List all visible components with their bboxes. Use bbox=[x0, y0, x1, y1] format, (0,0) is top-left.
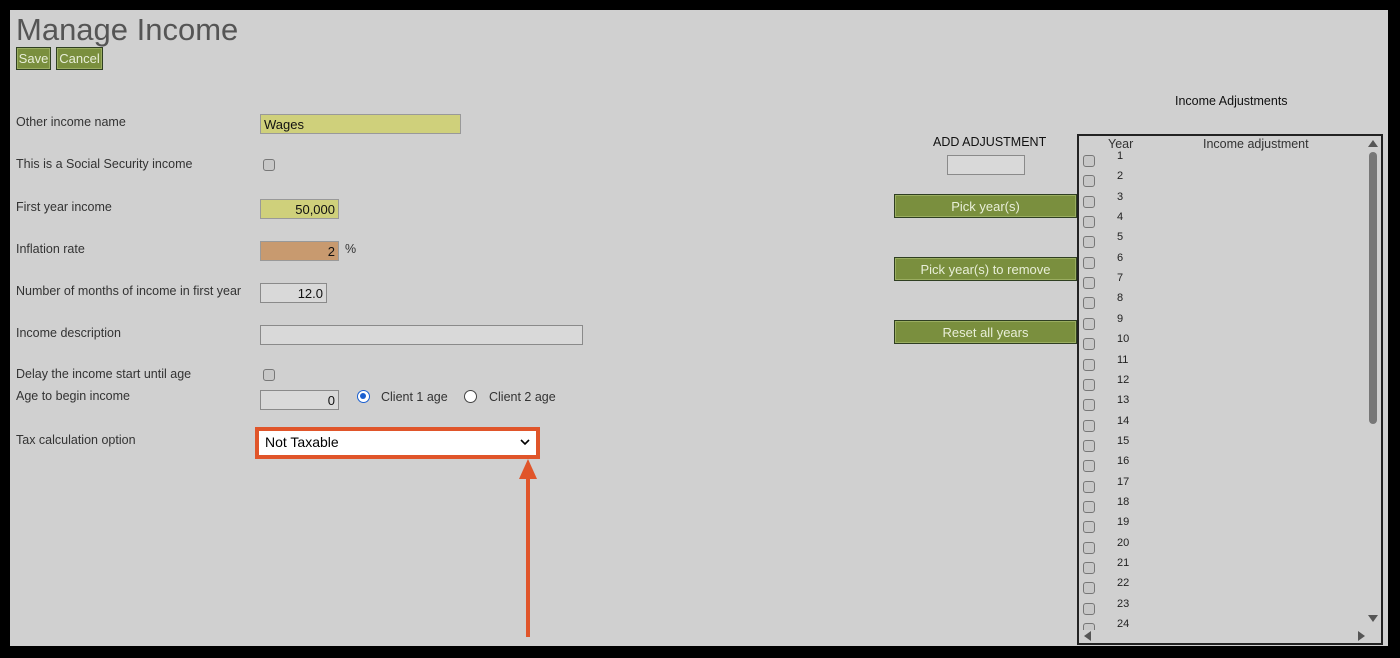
year-row-checkbox[interactable] bbox=[1083, 256, 1095, 269]
year-row-checkbox[interactable] bbox=[1083, 562, 1095, 574]
year-row-label: 18 bbox=[1117, 495, 1130, 508]
year-row-checkbox[interactable] bbox=[1083, 175, 1095, 188]
income-description-input[interactable] bbox=[260, 325, 583, 345]
client1-age-label: Client 1 age bbox=[381, 390, 448, 404]
delay-income-checkbox[interactable] bbox=[263, 369, 275, 381]
add-adjustment-input[interactable] bbox=[947, 155, 1025, 175]
year-row-label: 4 bbox=[1117, 211, 1124, 224]
manage-income-window: Manage Income Save Cancel Other income n… bbox=[10, 10, 1388, 646]
annotation-arrow-up-icon bbox=[519, 459, 537, 637]
vertical-scrollbar[interactable] bbox=[1365, 136, 1381, 630]
months-label: Number of months of income in first year bbox=[16, 284, 242, 298]
pick-years-button[interactable]: Pick year(s) bbox=[894, 194, 1077, 218]
year-row-checkbox[interactable] bbox=[1083, 602, 1095, 615]
year-row-label: 23 bbox=[1117, 597, 1130, 610]
horizontal-scrollbar[interactable] bbox=[1079, 628, 1381, 643]
year-row-checkbox[interactable] bbox=[1083, 460, 1095, 473]
year-row-checkbox[interactable] bbox=[1083, 297, 1095, 310]
year-row-label: 5 bbox=[1117, 231, 1124, 244]
year-row-checkbox[interactable] bbox=[1083, 541, 1095, 554]
scroll-right-icon[interactable] bbox=[1358, 631, 1366, 641]
year-row-label: 12 bbox=[1117, 373, 1130, 386]
year-row-checkbox[interactable] bbox=[1083, 480, 1095, 493]
chevron-down-icon bbox=[520, 439, 530, 446]
year-row-checkbox[interactable] bbox=[1083, 399, 1095, 412]
year-row-label: 2 bbox=[1117, 170, 1124, 183]
tax-option-value: Not Taxable bbox=[265, 434, 339, 450]
year-row-label: 1 bbox=[1117, 150, 1124, 162]
year-row-checkbox[interactable] bbox=[1083, 521, 1095, 534]
year-row-label: 6 bbox=[1117, 251, 1124, 264]
inflation-rate-label: Inflation rate bbox=[16, 242, 85, 256]
year-row-checkbox[interactable] bbox=[1083, 378, 1095, 391]
year-row-checkbox[interactable] bbox=[1083, 236, 1095, 249]
year-row-checkbox[interactable] bbox=[1083, 338, 1095, 351]
social-security-label: This is a Social Security income bbox=[16, 157, 193, 171]
first-year-income-input[interactable] bbox=[260, 199, 339, 219]
scrollbar-thumb[interactable] bbox=[1369, 152, 1377, 424]
year-row-label: 3 bbox=[1117, 190, 1124, 203]
year-row-label: 21 bbox=[1117, 557, 1130, 569]
other-income-name-input[interactable] bbox=[260, 114, 461, 134]
reset-all-years-button[interactable]: Reset all years bbox=[894, 320, 1077, 344]
year-row-label: 13 bbox=[1117, 394, 1130, 407]
scroll-left-icon[interactable] bbox=[1083, 631, 1091, 641]
client2-age-radio[interactable] bbox=[464, 390, 477, 403]
year-row-label: 14 bbox=[1117, 414, 1130, 427]
cancel-button[interactable]: Cancel bbox=[56, 47, 103, 70]
year-row-label: 22 bbox=[1117, 577, 1130, 590]
inflation-rate-input[interactable] bbox=[260, 241, 339, 261]
income-adjustments-title: Income Adjustments bbox=[1175, 94, 1288, 108]
tax-option-highlight: Not Taxable bbox=[255, 427, 540, 459]
year-row-checkbox[interactable] bbox=[1083, 155, 1095, 167]
year-row-checkbox[interactable] bbox=[1083, 439, 1095, 452]
year-row-label: 16 bbox=[1117, 455, 1130, 468]
other-income-name-label: Other income name bbox=[16, 115, 126, 129]
pick-years-remove-button[interactable]: Pick year(s) to remove bbox=[894, 257, 1077, 281]
save-button[interactable]: Save bbox=[16, 47, 51, 70]
year-row-checkbox[interactable] bbox=[1083, 216, 1095, 229]
year-row-label: 7 bbox=[1117, 272, 1124, 285]
social-security-checkbox[interactable] bbox=[263, 159, 275, 171]
tax-option-select[interactable]: Not Taxable bbox=[261, 433, 534, 453]
adjustment-rows: 1 2 3 4 5 6 7 8 9 10 11 12 13 14 15 16 17 18 19 20 21 22 23 24 bbox=[1079, 136, 1369, 630]
percent-unit: % bbox=[345, 242, 357, 256]
year-row-label: 17 bbox=[1117, 475, 1130, 488]
year-row-checkbox[interactable] bbox=[1083, 317, 1095, 330]
delay-income-label: Delay the income start until age bbox=[16, 367, 192, 381]
year-row-label: 19 bbox=[1117, 516, 1130, 529]
year-row-checkbox[interactable] bbox=[1083, 582, 1095, 595]
year-row-label: 10 bbox=[1117, 333, 1130, 346]
age-begin-input[interactable] bbox=[260, 390, 339, 410]
year-row-label: 15 bbox=[1117, 434, 1130, 447]
client2-age-label: Client 2 age bbox=[489, 390, 556, 404]
client1-age-radio[interactable] bbox=[357, 390, 370, 403]
year-row-label: 20 bbox=[1117, 536, 1130, 549]
year-row-checkbox[interactable] bbox=[1083, 195, 1095, 208]
page-title: Manage Income bbox=[16, 12, 239, 47]
scroll-down-icon[interactable] bbox=[1368, 615, 1378, 623]
tax-option-label: Tax calculation option bbox=[16, 433, 136, 447]
add-adjustment-label: ADD ADJUSTMENT bbox=[933, 135, 1047, 149]
year-row-checkbox[interactable] bbox=[1083, 277, 1095, 290]
age-begin-label: Age to begin income bbox=[16, 389, 130, 403]
months-input[interactable] bbox=[260, 283, 327, 303]
year-row-checkbox[interactable] bbox=[1083, 419, 1095, 432]
year-row-label: 11 bbox=[1117, 353, 1129, 366]
year-row-label: 9 bbox=[1117, 312, 1124, 325]
year-row-checkbox[interactable] bbox=[1083, 358, 1095, 371]
year-row-label: 8 bbox=[1117, 292, 1124, 305]
income-adjustments-table[interactable]: Year Income adjustment 1 2 3 4 5 6 7 8 9 10 11 12 13… bbox=[1077, 134, 1383, 645]
income-description-label: Income description bbox=[16, 326, 121, 340]
year-row-checkbox[interactable] bbox=[1083, 500, 1095, 513]
first-year-income-label: First year income bbox=[16, 200, 112, 214]
scroll-up-icon[interactable] bbox=[1368, 139, 1378, 147]
